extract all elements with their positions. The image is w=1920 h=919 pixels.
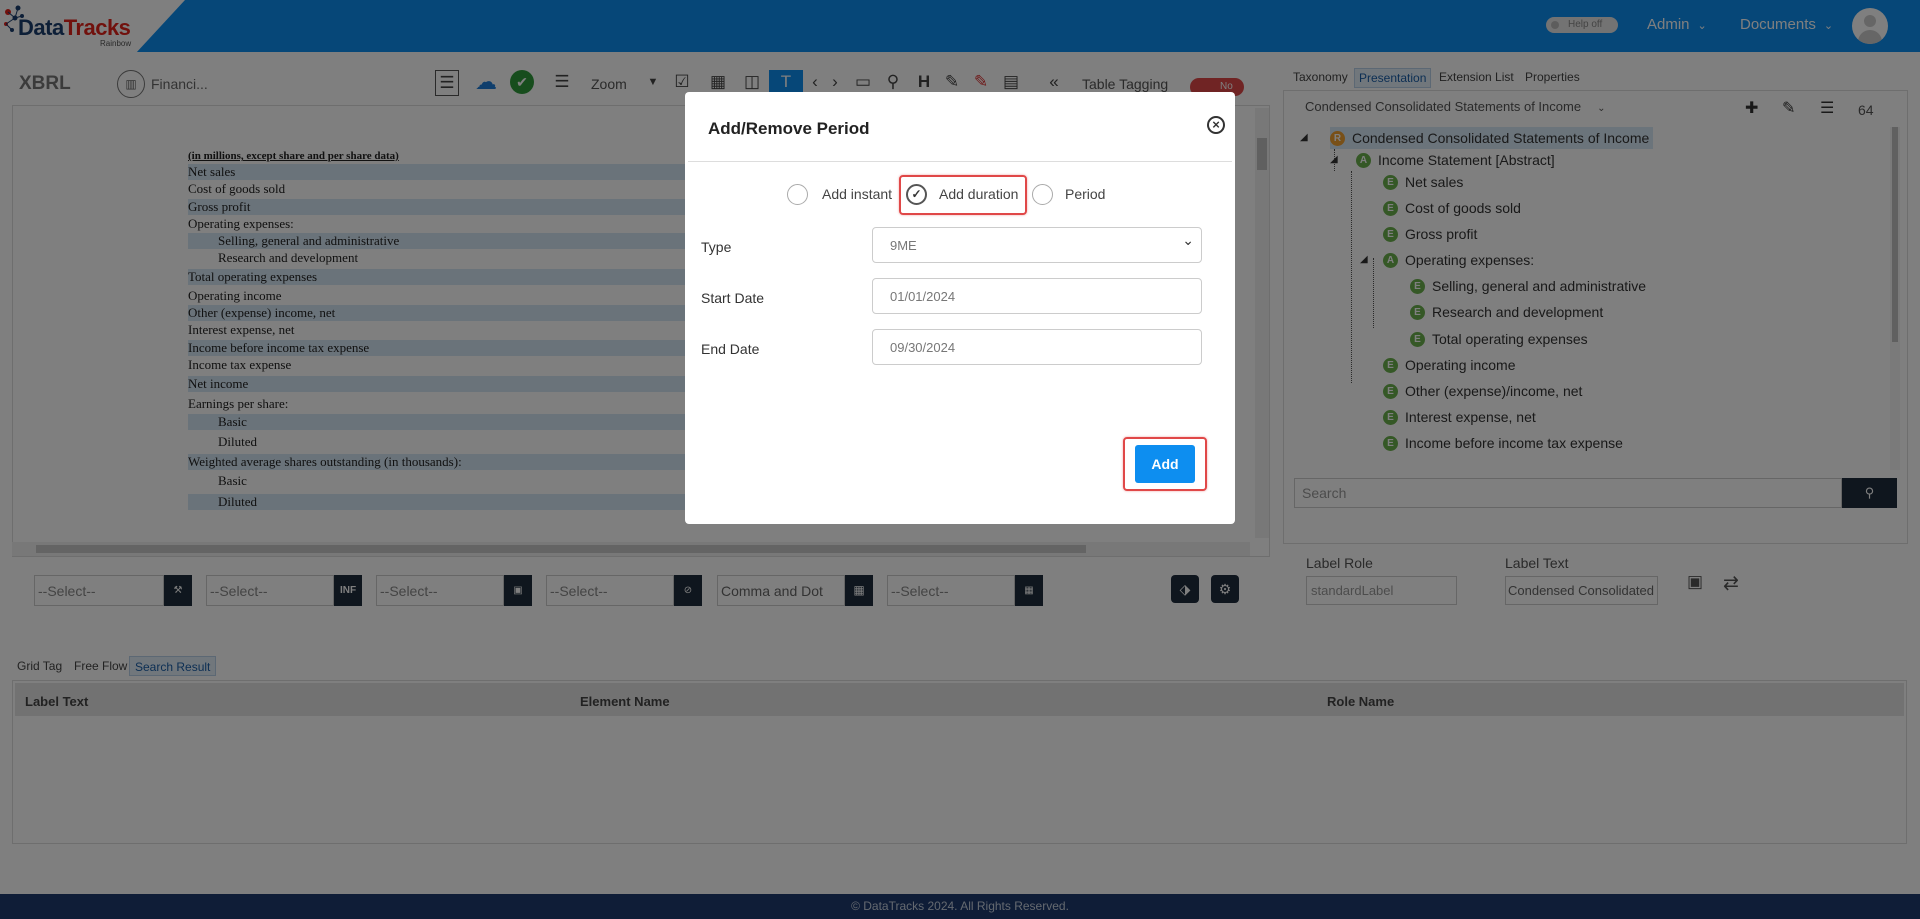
end-date-label: End Date xyxy=(701,341,760,357)
end-date-input[interactable]: 09/30/2024 xyxy=(872,329,1202,365)
type-select-value: 9ME xyxy=(890,238,917,253)
radio-period[interactable] xyxy=(1032,184,1053,205)
radio-label-period[interactable]: Period xyxy=(1065,186,1105,202)
start-date-input[interactable]: 01/01/2024 xyxy=(872,278,1202,314)
dialog-title: Add/Remove Period xyxy=(708,119,870,138)
close-icon[interactable]: × xyxy=(1207,116,1225,134)
radio-add-instant[interactable] xyxy=(787,184,808,205)
start-date-label: Start Date xyxy=(701,290,765,306)
type-select[interactable]: 9ME xyxy=(872,227,1202,263)
add-button[interactable]: Add xyxy=(1135,445,1195,483)
radio-label-add-duration[interactable]: Add duration xyxy=(939,186,1018,202)
divider xyxy=(688,161,1232,162)
radio-label-add-instant[interactable]: Add instant xyxy=(822,186,892,202)
radio-add-duration[interactable]: ✓ xyxy=(906,184,927,205)
add-remove-period-dialog: Add/Remove Period × Add instant ✓ Add du… xyxy=(685,92,1235,524)
type-label: Type xyxy=(701,239,732,255)
